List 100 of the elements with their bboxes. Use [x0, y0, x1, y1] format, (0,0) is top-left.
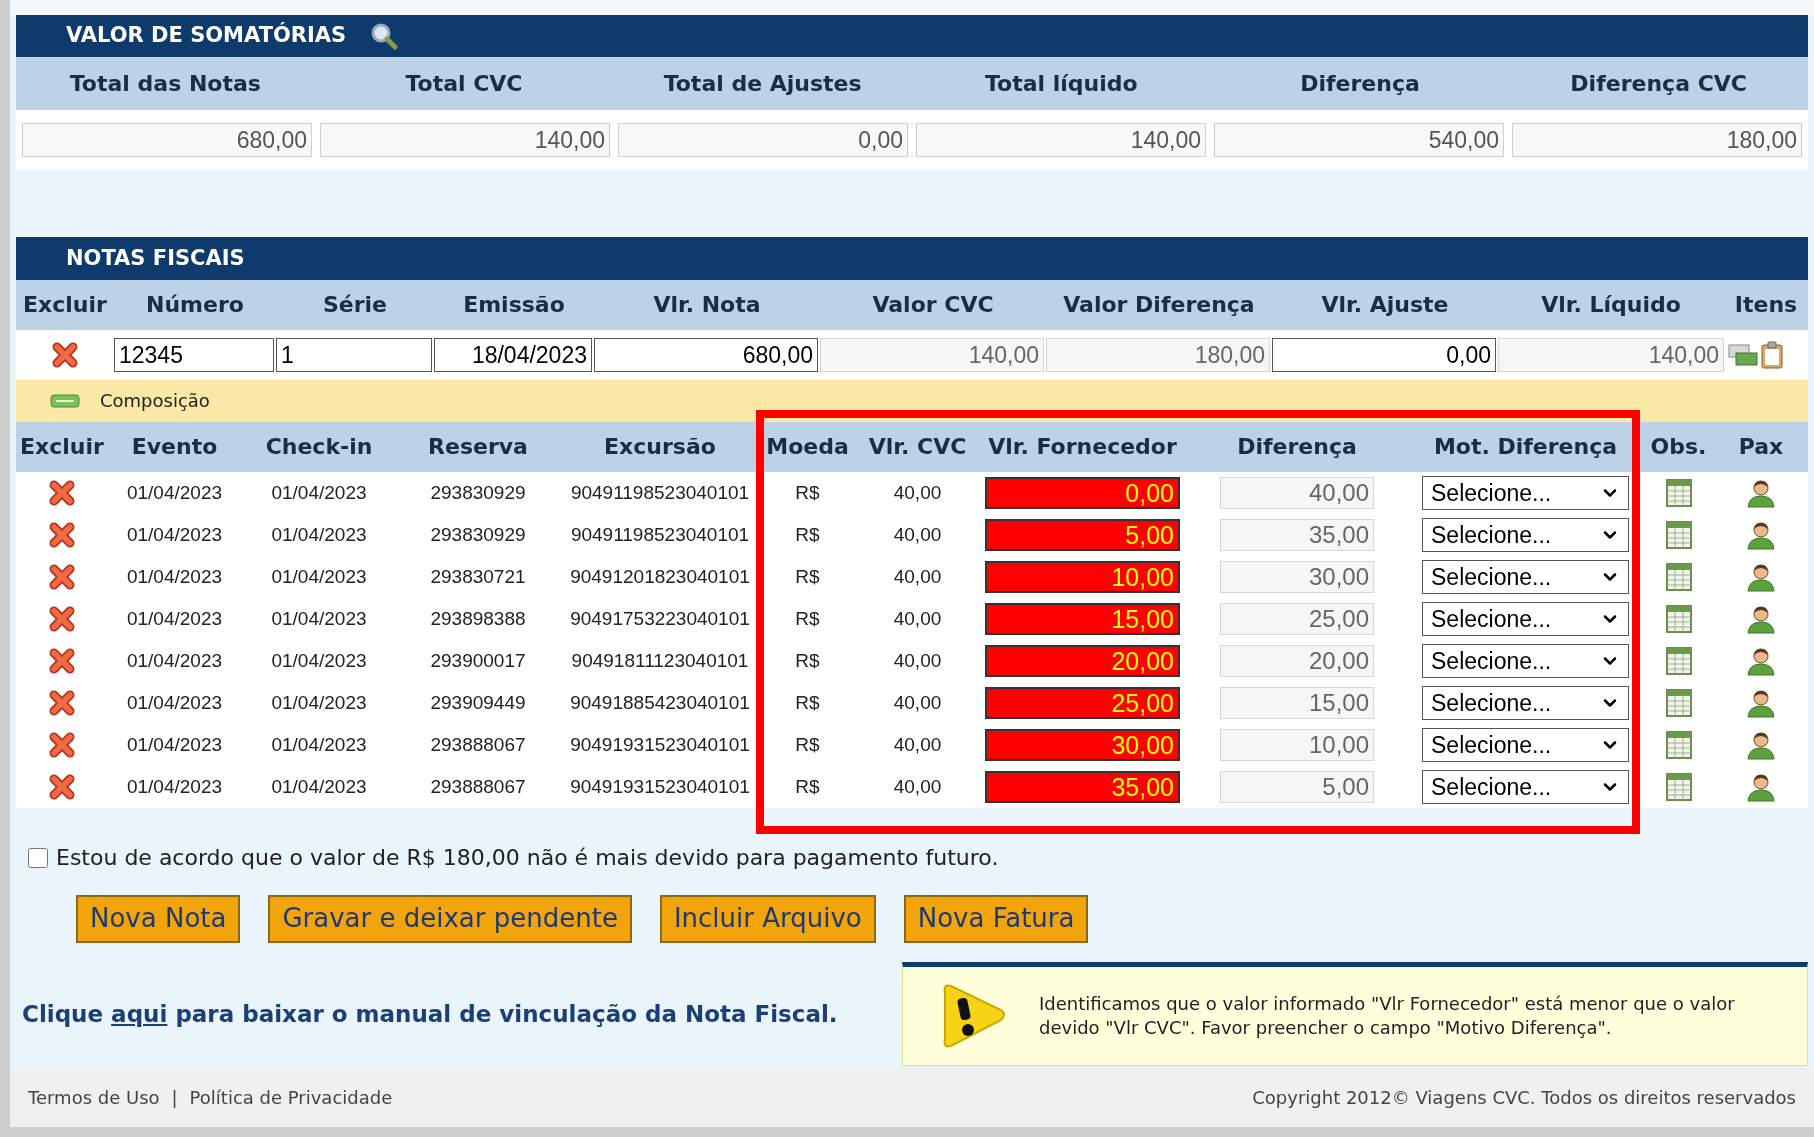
delete-icon[interactable]: [49, 647, 75, 674]
clipboard-icon[interactable]: [1760, 340, 1784, 369]
person-icon[interactable]: [1746, 603, 1776, 634]
reason-select[interactable]: Selecione...: [1422, 727, 1629, 762]
section-title: NOTAS FISCAIS: [66, 244, 245, 272]
column-header: Excursão: [603, 433, 717, 462]
delete-icon[interactable]: [49, 731, 75, 758]
table-grid-icon[interactable]: [1665, 478, 1692, 507]
table-cell-text: 293830929: [429, 480, 527, 505]
person-icon[interactable]: [1746, 477, 1776, 508]
manual-link[interactable]: aqui: [111, 1000, 168, 1027]
table-grid-icon[interactable]: [1665, 688, 1692, 717]
adjustment-input[interactable]: 0,00: [1272, 337, 1496, 372]
delete-icon[interactable]: [49, 563, 75, 590]
column-header: Diferença: [1299, 69, 1421, 98]
table-grid-icon[interactable]: [1665, 520, 1692, 549]
person-icon[interactable]: [1746, 771, 1776, 802]
table-grid-icon[interactable]: [1665, 562, 1692, 591]
footer-link[interactable]: Política de Privacidade: [189, 1083, 393, 1111]
supplier-value-input[interactable]: 0,00: [985, 476, 1180, 509]
amount-input[interactable]: 680,00: [594, 337, 818, 372]
column-header: Total das Notas: [68, 69, 262, 98]
delete-icon[interactable]: [49, 689, 75, 716]
table-cell-text: 01/04/2023: [125, 774, 224, 799]
delete-icon[interactable]: [49, 521, 75, 548]
number-input[interactable]: 12345: [114, 337, 274, 372]
delete-icon[interactable]: [49, 605, 75, 632]
table-grid-icon[interactable]: [1665, 604, 1692, 633]
person-icon[interactable]: [1746, 729, 1776, 760]
total-field: 180,00: [1512, 122, 1802, 157]
difference-field: 25,00: [1220, 602, 1374, 635]
difference-field: 20,00: [1220, 644, 1374, 677]
table-cell-text: 01/04/2023: [125, 564, 224, 589]
table-cell-text: 40,00: [892, 480, 943, 505]
difference-field: 15,00: [1220, 686, 1374, 719]
total-field: 140,00: [916, 122, 1206, 157]
table-cell-text: 90491931523040101: [569, 774, 751, 799]
delete-icon[interactable]: [49, 479, 75, 506]
action-button[interactable]: Nova Nota: [76, 894, 241, 943]
collapse-icon[interactable]: [50, 392, 80, 409]
column-header: Valor Diferença: [1062, 291, 1256, 320]
composition-label: Composição: [100, 389, 210, 414]
person-icon[interactable]: [1746, 561, 1776, 592]
reason-select[interactable]: Selecione...: [1422, 643, 1629, 678]
action-button[interactable]: Incluir Arquivo: [659, 894, 876, 943]
table-grid-icon[interactable]: [1665, 730, 1692, 759]
table-cell-text: 01/04/2023: [125, 522, 224, 547]
table-cell-text: 293888067: [429, 732, 527, 757]
footer-link[interactable]: Termos de Uso: [28, 1083, 160, 1111]
stacked-cards-icon[interactable]: [1728, 342, 1758, 367]
column-header: Vlr. Fornecedor: [987, 433, 1178, 462]
reason-select[interactable]: Selecione...: [1422, 685, 1629, 720]
supplier-value-input[interactable]: 10,00: [985, 560, 1180, 593]
supplier-value-input[interactable]: 5,00: [985, 518, 1180, 551]
table-cell-text: 01/04/2023: [270, 480, 368, 505]
supplier-value-input[interactable]: 25,00: [985, 686, 1180, 719]
action-button[interactable]: Gravar e deixar pendente: [268, 894, 632, 943]
reason-select[interactable]: Selecione...: [1422, 517, 1629, 552]
table-cell-text: 40,00: [892, 522, 943, 547]
column-header: Total de Ajustes: [662, 69, 863, 98]
table-grid-icon[interactable]: [1665, 772, 1692, 801]
column-header: Vlr. CVC: [867, 433, 968, 462]
supplier-value-input[interactable]: 35,00: [985, 770, 1180, 803]
table-cell-text: R$: [794, 564, 821, 589]
delete-icon[interactable]: [52, 341, 78, 368]
reason-select[interactable]: Selecione...: [1422, 559, 1629, 594]
date-input[interactable]: 18/04/2023: [434, 337, 592, 372]
reason-select[interactable]: Selecione...: [1422, 475, 1629, 510]
table-cell-text: R$: [794, 606, 821, 631]
column-header: Evento: [130, 433, 219, 462]
supplier-value-input[interactable]: 20,00: [985, 644, 1180, 677]
search-icon[interactable]: [370, 21, 399, 50]
column-header: Check-in: [264, 433, 374, 462]
agreement-label: Estou de acordo que o valor de R$ 180,00 não é mais devido para pagamento futuro.: [56, 844, 999, 873]
column-header: Mot. Diferença: [1432, 433, 1619, 462]
agreement-checkbox[interactable]: [28, 847, 48, 868]
table-cell-text: 01/04/2023: [125, 648, 224, 673]
person-icon[interactable]: [1746, 645, 1776, 676]
table-cell-text: 01/04/2023: [125, 606, 224, 631]
reason-select[interactable]: Selecione...: [1422, 769, 1629, 804]
series-input[interactable]: 1: [276, 337, 432, 372]
net-value-field: 140,00: [1498, 337, 1724, 372]
table-grid-icon[interactable]: [1665, 646, 1692, 675]
table-cell-text: 293900017: [429, 648, 527, 673]
column-header: Obs.: [1649, 433, 1708, 462]
difference-field: 35,00: [1220, 518, 1374, 551]
reason-select[interactable]: Selecione...: [1422, 601, 1629, 636]
supplier-value-input[interactable]: 15,00: [985, 602, 1180, 635]
person-icon[interactable]: [1746, 519, 1776, 550]
delete-icon[interactable]: [49, 773, 75, 800]
table-cell-text: R$: [794, 690, 821, 715]
person-icon[interactable]: [1746, 687, 1776, 718]
column-header: Vlr. Líquido: [1540, 291, 1682, 320]
column-header: Excluir: [19, 433, 105, 462]
table-cell-text: 40,00: [892, 690, 943, 715]
supplier-value-input[interactable]: 30,00: [985, 728, 1180, 761]
action-button[interactable]: Nova Fatura: [903, 894, 1089, 943]
total-field: 0,00: [618, 122, 908, 157]
difference-field: 30,00: [1220, 560, 1374, 593]
table-cell-text: 293898388: [429, 606, 527, 631]
